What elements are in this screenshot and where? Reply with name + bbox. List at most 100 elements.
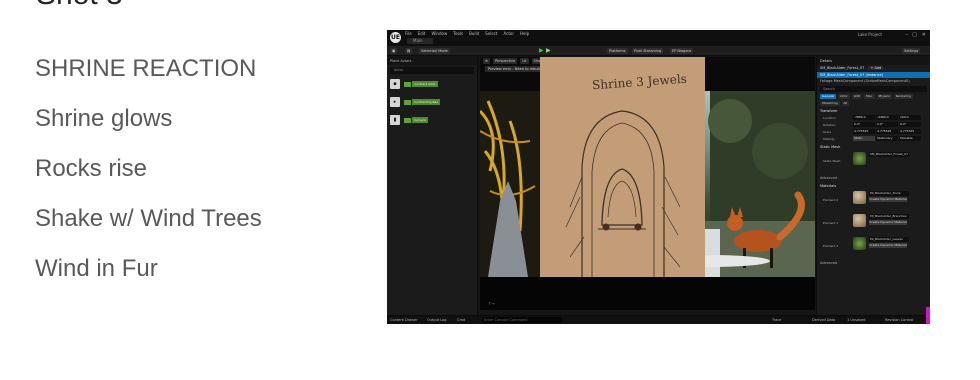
cmd-button[interactable]: Cmd bbox=[457, 318, 465, 322]
tab-actor[interactable]: Actor bbox=[837, 94, 850, 99]
maximize-icon[interactable]: □ bbox=[912, 32, 917, 38]
perspective-button[interactable]: Perspective bbox=[492, 58, 518, 64]
details-filter-tabs: General Actor LOD Misc Physics Rendering… bbox=[820, 94, 927, 106]
details-panel: Details SM_BlackAlder_Forest_07 + Add SM… bbox=[816, 57, 930, 315]
location-x-field[interactable]: -7889.0 bbox=[853, 115, 875, 120]
shrine-inner-outline bbox=[591, 122, 655, 283]
tab-all[interactable]: All bbox=[841, 101, 850, 106]
rotation-y-field[interactable]: 0.0° bbox=[876, 122, 898, 127]
material-thumbnail[interactable] bbox=[853, 214, 866, 227]
material-thumbnail[interactable] bbox=[853, 237, 866, 250]
component-row[interactable]: Foliage MeshComponent (ScribeMeshCompone… bbox=[817, 78, 930, 84]
platforms-button[interactable]: Platforms bbox=[607, 48, 628, 54]
materials-section-header[interactable]: Materials bbox=[817, 183, 930, 189]
static-mesh-row: Static Mesh SM_BlackAlder_Forest_07 bbox=[817, 152, 930, 173]
tab-misc[interactable]: Misc bbox=[863, 94, 875, 99]
material-element-row: Element 1 MI_BlackAlder_Branches Create … bbox=[817, 214, 930, 235]
menu-window[interactable]: Window bbox=[431, 31, 447, 36]
static-mesh-section-header[interactable]: Static Mesh bbox=[817, 144, 930, 150]
actor-tag bbox=[404, 81, 411, 87]
content-drawer-button[interactable]: Content Drawer bbox=[390, 318, 418, 322]
tab-physics[interactable]: Physics bbox=[876, 94, 892, 99]
tab-general[interactable]: General bbox=[820, 94, 836, 99]
material-value[interactable]: MI_BlackAlder_Leaves bbox=[869, 237, 909, 242]
bullet-item: Shake w/ Wind Trees bbox=[35, 205, 262, 232]
revision-control-button[interactable]: Revision Control bbox=[885, 318, 913, 322]
place-actor-item[interactable]: ▮ Camera bbox=[390, 112, 474, 128]
selection-mode-button[interactable]: Selection Mode bbox=[419, 48, 450, 54]
scale-y-field[interactable]: 4.775525 bbox=[876, 129, 898, 134]
material-value[interactable]: MI_BlackAlder_Branches bbox=[869, 214, 909, 219]
actor-search-input[interactable]: Actor bbox=[390, 67, 474, 74]
title-bar: UE File Edit Window Tools Build Select A… bbox=[387, 30, 930, 46]
menu-edit[interactable]: Edit bbox=[418, 31, 426, 36]
ep-niagara-button[interactable]: EP Niagara bbox=[670, 48, 694, 54]
add-component-button[interactable]: + Add bbox=[868, 66, 884, 70]
material-element-row: Element 0 MI_BlackAlder_Trunk Create Dyn… bbox=[817, 191, 930, 212]
tab-streaming[interactable]: Streaming bbox=[820, 101, 840, 106]
viewport-menu-icon[interactable]: ≡ bbox=[483, 58, 490, 64]
scale-label: Scale bbox=[823, 129, 832, 134]
place-actor-item[interactable]: ▪ Contract Actor bbox=[390, 76, 474, 92]
place-actor-item[interactable]: ▸ Contracting Bas bbox=[390, 94, 474, 110]
material-value[interactable]: MI_BlackAlder_Trunk bbox=[869, 191, 909, 196]
menu-actor[interactable]: Actor bbox=[503, 31, 514, 36]
viewport-footer bbox=[480, 277, 815, 310]
actor-label: Camera bbox=[412, 117, 428, 123]
create-dynamic-material-button[interactable]: Create Dynamic Material bbox=[869, 243, 907, 248]
play-icon[interactable]: ▶ bbox=[539, 47, 544, 54]
close-icon[interactable]: ✕ bbox=[922, 32, 926, 38]
bullet-item: Rocks rise bbox=[35, 155, 148, 182]
details-search-input[interactable]: Search bbox=[820, 86, 927, 92]
actor-name-text: SM_BlackAlder_Forest_07 bbox=[820, 66, 865, 70]
mobility-label: Mobility bbox=[823, 136, 835, 141]
map-tab[interactable]: Main bbox=[407, 38, 433, 44]
actor-tag bbox=[404, 117, 411, 123]
tab-lod[interactable]: LOD bbox=[851, 94, 862, 99]
mobility-static-toggle[interactable]: Static bbox=[853, 136, 875, 141]
content-icon[interactable]: ▤ bbox=[405, 48, 413, 54]
material-element-row: Element 2 MI_BlackAlder_Leaves Create Dy… bbox=[817, 237, 930, 258]
tab-rendering[interactable]: Rendering bbox=[893, 94, 914, 99]
rotation-z-field[interactable]: 6.0° bbox=[899, 122, 921, 127]
tree-canopy bbox=[752, 123, 808, 179]
rotation-label: Rotation bbox=[823, 122, 836, 127]
level-viewport[interactable]: ≡ Perspective Lit Show Preview error - N… bbox=[480, 57, 815, 310]
mobility-movable-toggle[interactable]: Movable bbox=[899, 136, 921, 141]
create-dynamic-material-button[interactable]: Create Dynamic Material bbox=[869, 220, 907, 225]
console-command-input[interactable]: Enter Console Command bbox=[482, 317, 562, 323]
create-dynamic-material-button[interactable]: Create Dynamic Material bbox=[869, 197, 907, 202]
scale-x-field[interactable]: 4.775525 bbox=[853, 129, 875, 134]
static-mesh-value[interactable]: SM_BlackAlder_Forest_07 bbox=[869, 152, 909, 157]
pixel-streaming-button[interactable]: Pixel Streaming bbox=[632, 48, 664, 54]
place-actors-panel: Place Actors Actor ▪ Contract Actor ▸ Co… bbox=[387, 57, 478, 315]
element-label: Element 2 bbox=[823, 244, 839, 248]
bullet-item: Wind in Fur bbox=[35, 255, 158, 282]
trace-button[interactable]: Trace bbox=[772, 318, 781, 322]
mobility-stationary-toggle[interactable]: Stationary bbox=[876, 136, 898, 141]
play-mode-icon[interactable]: ▶ bbox=[546, 47, 551, 54]
slide-title: Shot 3 bbox=[36, 0, 123, 12]
derived-data-button[interactable]: Derived Data bbox=[812, 318, 835, 322]
save-icon[interactable]: ▣ bbox=[390, 48, 398, 54]
location-y-field[interactable]: -4480.0 bbox=[876, 115, 898, 120]
output-log-button[interactable]: Output Log bbox=[427, 318, 447, 322]
menu-build[interactable]: Build bbox=[469, 31, 479, 36]
menu-file[interactable]: File bbox=[405, 31, 412, 36]
settings-button[interactable]: Settings bbox=[902, 48, 921, 54]
menu-select[interactable]: Select bbox=[485, 31, 497, 36]
place-actors-header: Place Actors bbox=[387, 57, 477, 65]
location-z-field[interactable]: 190.0 bbox=[899, 115, 921, 120]
mesh-thumbnail[interactable] bbox=[853, 152, 866, 165]
scale-z-field[interactable]: 4.775525 bbox=[899, 129, 921, 134]
minimize-icon[interactable]: – bbox=[906, 32, 909, 38]
lit-button[interactable]: Lit bbox=[520, 58, 529, 64]
advanced-toggle[interactable]: Advanced bbox=[817, 175, 930, 181]
menu-tools[interactable]: Tools bbox=[453, 31, 463, 36]
fox-head bbox=[727, 215, 743, 231]
advanced-toggle[interactable]: Advanced bbox=[817, 260, 930, 266]
menu-help[interactable]: Help bbox=[520, 31, 529, 36]
unsaved-indicator[interactable]: 1 Unsaved bbox=[847, 318, 866, 322]
material-thumbnail[interactable] bbox=[853, 191, 866, 204]
rotation-x-field[interactable]: 0.0° bbox=[853, 122, 875, 127]
